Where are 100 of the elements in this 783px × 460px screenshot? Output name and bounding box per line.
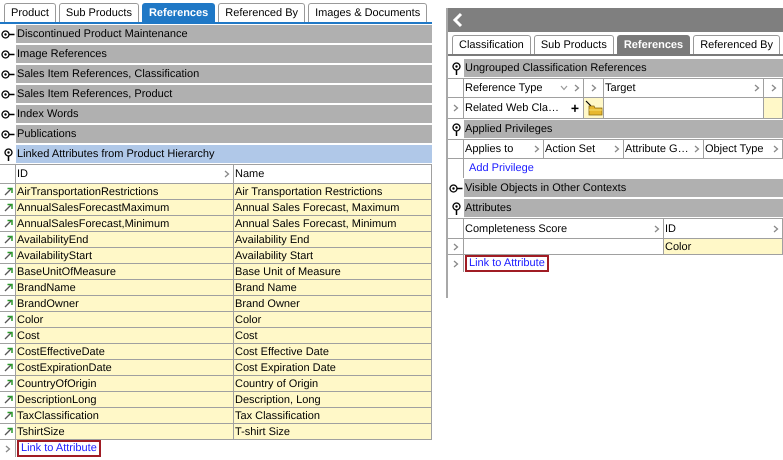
table-cell: Availability Start bbox=[234, 248, 432, 264]
arrow-icon bbox=[4, 411, 12, 420]
chevron-icon[interactable] bbox=[453, 242, 459, 250]
table-cell: BaseUnitOfMeasure bbox=[16, 264, 234, 280]
arrow-icon bbox=[4, 315, 12, 324]
arrow-icon bbox=[4, 427, 12, 436]
arrow-icon bbox=[4, 395, 12, 404]
arrow-icon bbox=[4, 299, 12, 308]
table-cell: AnnualSalesForecast,Minimum bbox=[16, 216, 234, 232]
column-header[interactable]: Applies to bbox=[465, 143, 514, 155]
table-cell: CostEffectiveDate bbox=[16, 344, 234, 360]
table-cell: AnnualSalesForecastMaximum bbox=[16, 200, 234, 216]
chevron-icon[interactable] bbox=[614, 145, 620, 153]
column-header[interactable]: Action Set bbox=[545, 143, 596, 155]
tab[interactable]: Sub Products bbox=[58, 3, 139, 22]
table-cell: T-shirt Size bbox=[234, 424, 432, 440]
table-cell: TaxClassification bbox=[16, 408, 234, 424]
chevron-icon[interactable] bbox=[453, 104, 459, 112]
table-cell: BrandOwner bbox=[16, 296, 234, 312]
table-cell: Annual Sales Forecast, Maximum bbox=[234, 200, 432, 216]
section-header[interactable]: Ungrouped Classification References bbox=[464, 59, 783, 77]
chevron-icon[interactable] bbox=[754, 84, 760, 92]
table-cell: CostExpirationDate bbox=[16, 360, 234, 376]
arrow-icon bbox=[4, 363, 12, 372]
table-cell: Color bbox=[664, 239, 783, 255]
chevron-icon[interactable] bbox=[773, 145, 779, 153]
column-header[interactable]: Attribute G… bbox=[625, 143, 689, 155]
chevron-icon[interactable] bbox=[453, 260, 459, 268]
arrow-icon bbox=[4, 379, 12, 388]
tab[interactable]: References bbox=[616, 35, 690, 54]
tab[interactable]: References bbox=[142, 3, 216, 22]
table-cell: Description, Long bbox=[234, 392, 432, 408]
chevron-icon[interactable] bbox=[591, 84, 597, 92]
tab[interactable]: Images & Documents bbox=[308, 3, 428, 22]
arrow-icon bbox=[4, 251, 12, 260]
section-header[interactable]: Linked Attributes from Product Hierarchy bbox=[16, 145, 432, 163]
arrow-icon bbox=[4, 347, 12, 356]
arrow-icon bbox=[4, 219, 12, 228]
tab[interactable]: Product bbox=[4, 3, 56, 22]
chevron-icon[interactable] bbox=[574, 84, 580, 92]
column-header[interactable]: Reference Type bbox=[465, 82, 542, 94]
table-cell: Air Transportation Restrictions bbox=[234, 184, 432, 200]
column-header[interactable]: Completeness Score bbox=[465, 222, 568, 234]
table-cell: AvailabilityStart bbox=[16, 248, 234, 264]
tab[interactable]: Referenced By bbox=[693, 35, 780, 54]
section-header[interactable]: Index Words bbox=[16, 105, 432, 123]
cell-text: Related Web Cla… bbox=[465, 102, 559, 114]
chevron-icon[interactable] bbox=[654, 224, 660, 232]
arrow-icon bbox=[4, 283, 12, 292]
section-header[interactable]: Sales Item References, Product bbox=[16, 85, 432, 103]
chevron-icon[interactable] bbox=[694, 145, 700, 153]
table-cell: DescriptionLong bbox=[16, 392, 234, 408]
table-cell: Brand Owner bbox=[234, 296, 432, 312]
chevron-down-icon[interactable] bbox=[560, 85, 568, 91]
table-cell: Annual Sales Forecast, Minimum bbox=[234, 216, 432, 232]
arrow-icon bbox=[4, 187, 12, 196]
table-cell: Base Unit of Measure bbox=[234, 264, 432, 280]
add-button[interactable]: + bbox=[570, 100, 579, 116]
column-header[interactable]: ID bbox=[665, 222, 676, 234]
section-header[interactable]: Sales Item References, Classification bbox=[16, 65, 432, 83]
chevron-icon[interactable] bbox=[773, 224, 779, 232]
section-header[interactable]: Discontinued Product Maintenance bbox=[16, 25, 432, 43]
section-header[interactable]: Attributes bbox=[464, 199, 783, 217]
arrow-icon bbox=[4, 331, 12, 340]
column-header[interactable]: Object Type bbox=[705, 143, 764, 155]
table-cell: Brand Name bbox=[234, 280, 432, 296]
table-cell: BrandName bbox=[16, 280, 234, 296]
chevron-icon[interactable] bbox=[5, 444, 11, 452]
chevron-icon[interactable] bbox=[770, 84, 776, 92]
table-cell: Availability End bbox=[234, 232, 432, 248]
section-header[interactable]: Applied Privileges bbox=[464, 120, 783, 138]
tab[interactable]: Referenced By bbox=[218, 3, 306, 22]
table-cell: Color bbox=[16, 312, 234, 328]
arrow-icon bbox=[4, 203, 12, 212]
table-cell: Cost Expiration Date bbox=[234, 360, 432, 376]
table-cell: CountryOfOrigin bbox=[16, 376, 234, 392]
section-header[interactable]: Publications bbox=[16, 125, 432, 143]
section-header[interactable]: Image References bbox=[16, 45, 432, 63]
arrow-icon bbox=[4, 235, 12, 244]
table-cell: AirTransportationRestrictions bbox=[16, 184, 234, 200]
table-cell: AvailabilityEnd bbox=[16, 232, 234, 248]
tab[interactable]: Sub Products bbox=[534, 35, 614, 54]
section-header[interactable]: Visible Objects in Other Contexts bbox=[464, 179, 783, 197]
chevron-icon[interactable] bbox=[534, 145, 540, 153]
arrow-icon bbox=[4, 267, 12, 276]
table-cell: Cost bbox=[234, 328, 432, 344]
tab[interactable]: Classification bbox=[452, 35, 531, 54]
back-icon[interactable] bbox=[452, 12, 464, 28]
table-cell: TshirtSize bbox=[16, 424, 234, 440]
link[interactable]: Link to Attribute bbox=[17, 440, 101, 457]
link[interactable]: Link to Attribute bbox=[465, 255, 549, 272]
table-cell: Tax Classification bbox=[234, 408, 432, 424]
table-cell: Color bbox=[234, 312, 432, 328]
chevron-icon[interactable] bbox=[224, 170, 230, 178]
link[interactable]: Add Privilege bbox=[465, 160, 538, 177]
column-header[interactable]: Target bbox=[605, 82, 636, 94]
table-cell: Cost bbox=[16, 328, 234, 344]
table-cell: Country of Origin bbox=[234, 376, 432, 392]
table-cell: Cost Effective Date bbox=[234, 344, 432, 360]
column-header[interactable]: ID bbox=[17, 168, 28, 180]
